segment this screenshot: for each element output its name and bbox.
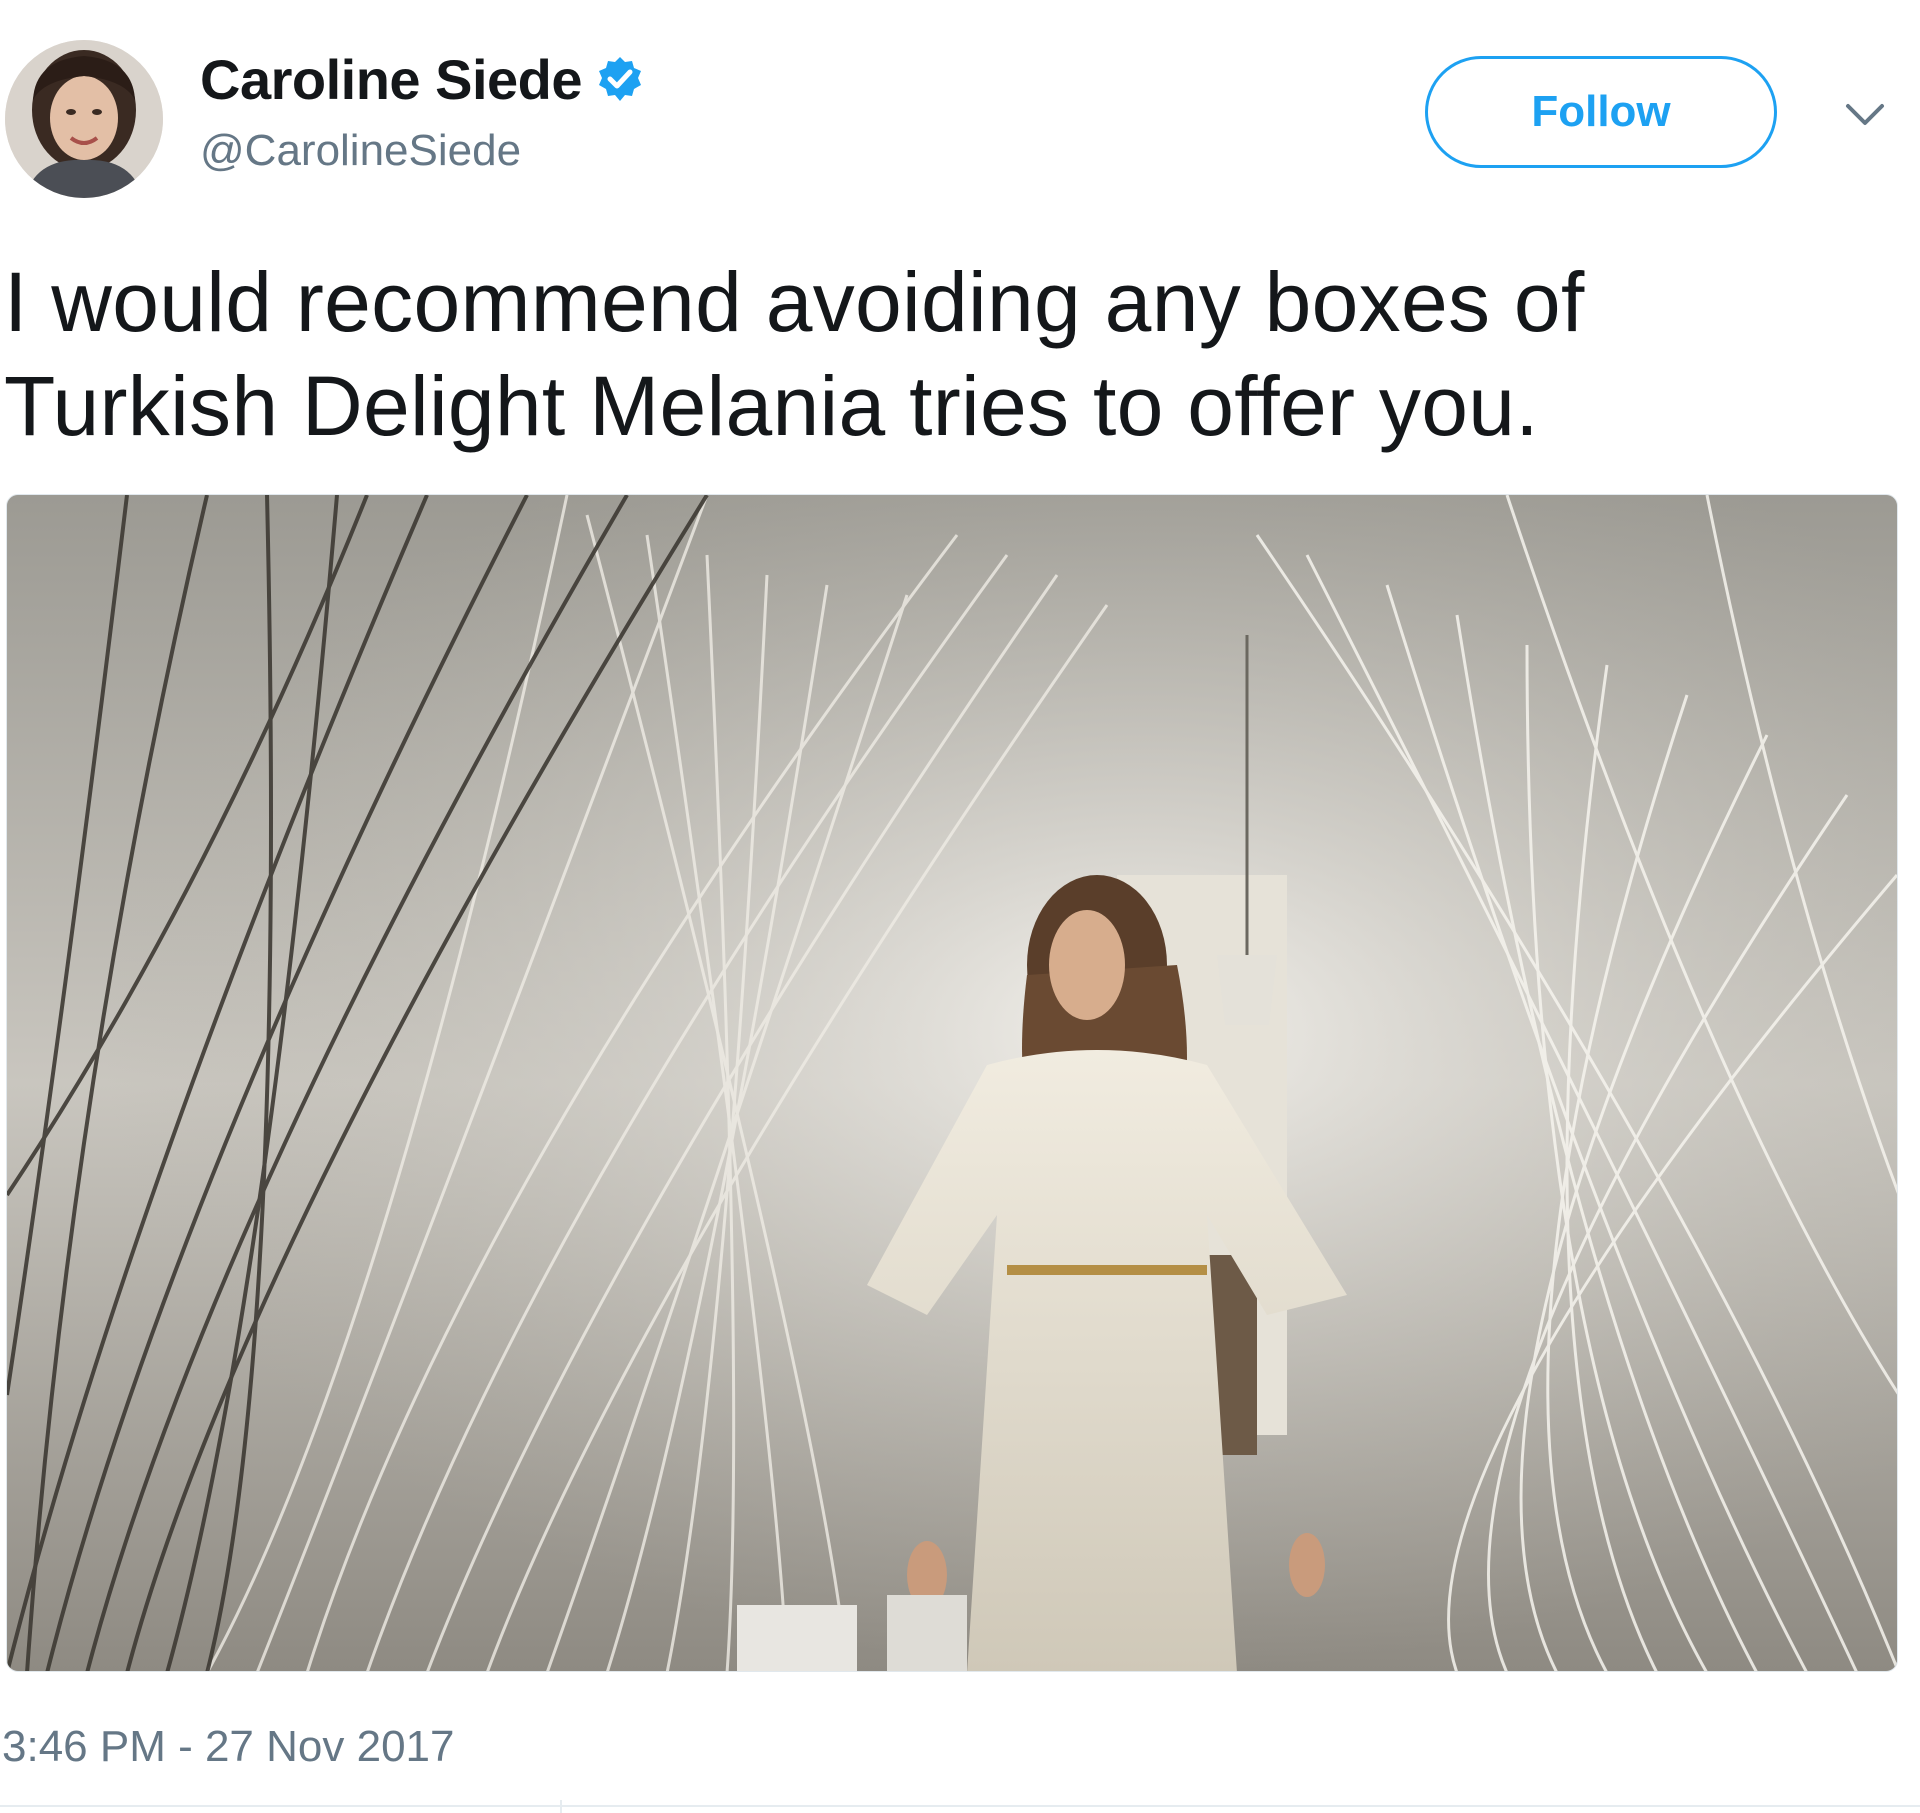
tweet-text: I would recommend avoiding any boxes of … (4, 255, 1585, 453)
avatar-image (5, 40, 163, 198)
divider (0, 1805, 1920, 1807)
photo-illustration (7, 495, 1897, 1671)
author-display-name[interactable]: Caroline Siede (200, 47, 583, 112)
follow-button[interactable]: Follow (1425, 56, 1777, 168)
author-name-row: Caroline Siede (200, 44, 644, 114)
tweet-card: Caroline Siede @CarolineSiede Follow I w… (0, 0, 1920, 1813)
author-handle[interactable]: @CarolineSiede (200, 126, 521, 176)
tweet-timestamp[interactable]: 3:46 PM - 27 Nov 2017 (2, 1722, 454, 1772)
tweet-photo[interactable] (6, 494, 1898, 1672)
divider-notch (560, 1800, 562, 1813)
verified-badge-icon (596, 55, 644, 103)
chevron-down-icon[interactable] (1842, 96, 1888, 136)
avatar[interactable] (5, 40, 163, 198)
